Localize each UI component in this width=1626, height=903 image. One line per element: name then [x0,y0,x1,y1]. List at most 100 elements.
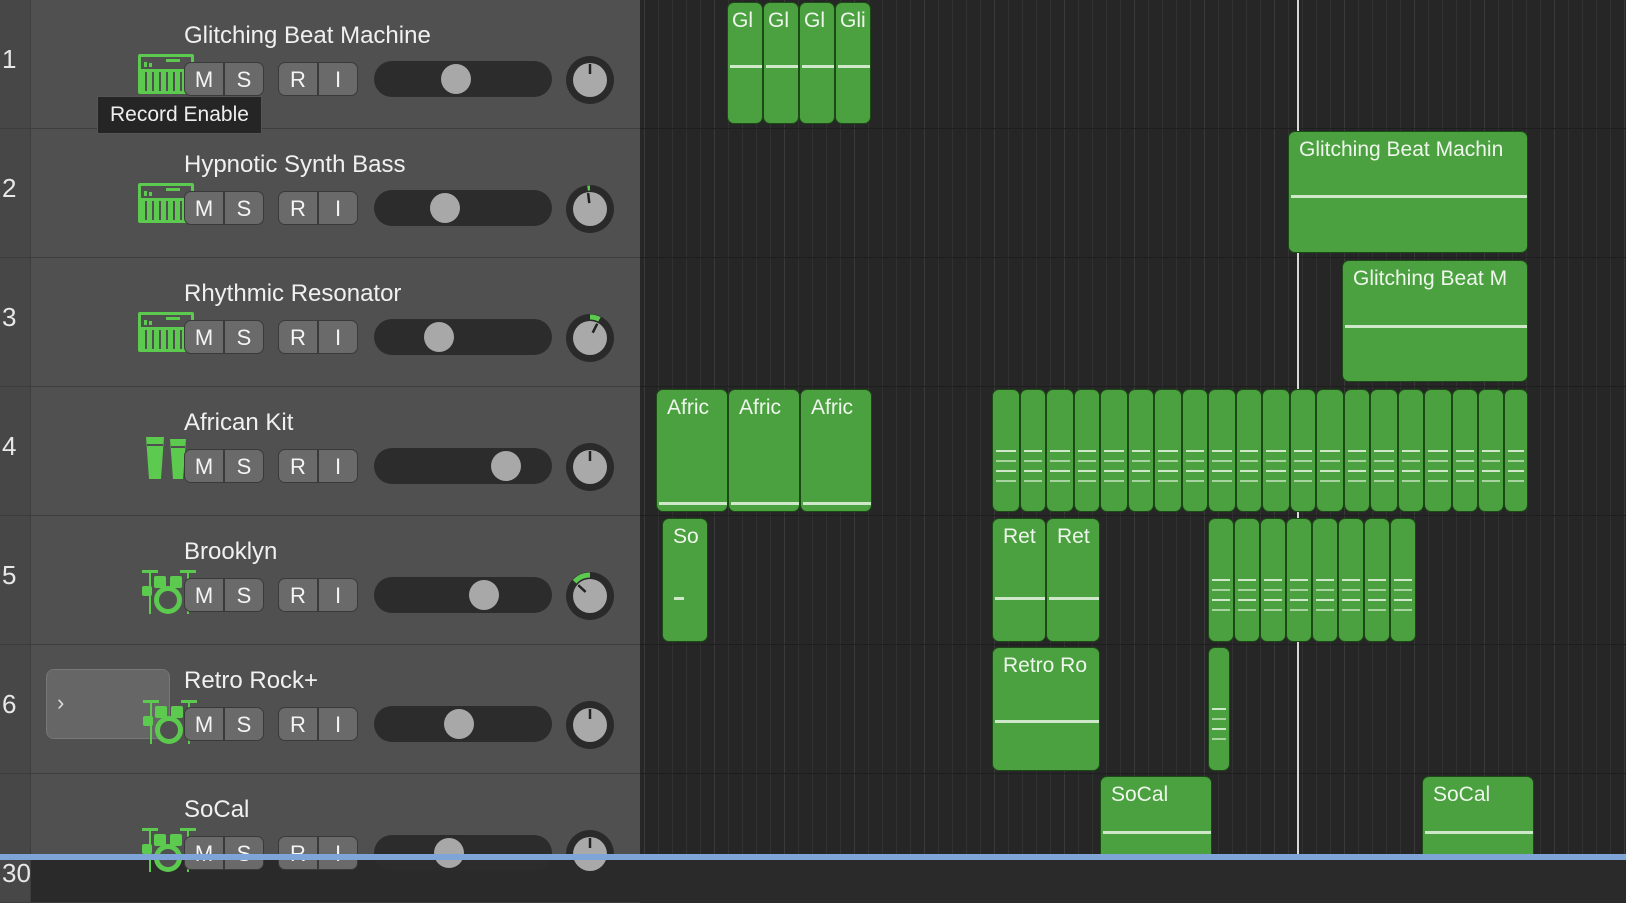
region-slice[interactable] [1504,389,1528,512]
input-monitor-button[interactable]: I [318,191,358,225]
region-slice[interactable] [1290,389,1316,512]
region-slice[interactable] [1316,389,1344,512]
solo-button[interactable]: S [224,62,264,96]
region-slice[interactable] [1390,518,1416,642]
input-monitor-button[interactable]: I [318,449,358,483]
mute-button[interactable]: M [184,320,224,354]
region-slice[interactable] [1074,389,1100,512]
region-slice[interactable] [1154,389,1182,512]
pan-knob-graphic[interactable] [564,54,616,106]
volume-slider[interactable] [374,706,552,742]
track-name[interactable]: SoCal [184,796,249,824]
volume-slider[interactable] [374,448,552,484]
region-slice[interactable] [1478,389,1504,512]
mute-button[interactable]: M [184,62,224,96]
track-name[interactable]: Glitching Beat Machine [184,22,431,50]
region-slice[interactable] [1208,647,1230,771]
pan-knob-graphic[interactable] [564,570,616,622]
record-enable-button[interactable]: R [278,578,318,612]
pan-knob-graphic[interactable] [564,183,616,235]
region-slice[interactable] [1100,389,1128,512]
track-icon-box[interactable] [46,153,194,223]
volume-slider-thumb[interactable] [429,193,460,223]
region[interactable]: Gl [799,2,835,124]
bottom-scrollbar[interactable] [0,854,1626,860]
pan-knob[interactable] [564,54,616,106]
track-header[interactable]: 3 Rhythmic Resonator M S R I [0,258,640,387]
track-header[interactable]: 6 › Retro Rock+ M S R I [0,645,640,774]
region[interactable]: Gli [835,2,871,124]
pan-knob[interactable] [564,699,616,751]
region[interactable]: Afric [800,389,872,512]
input-monitor-button[interactable]: I [318,62,358,96]
region[interactable]: Retro Ro [992,647,1100,771]
pan-knob-graphic[interactable] [564,312,616,364]
region[interactable]: Gl [763,2,799,124]
region-slice[interactable] [1262,389,1290,512]
record-enable-button[interactable]: R [278,62,318,96]
solo-button[interactable]: S [224,578,264,612]
region-slice[interactable] [1020,389,1046,512]
volume-slider-thumb[interactable] [491,451,522,481]
pan-knob-graphic[interactable] [564,699,616,751]
region-slice[interactable] [1286,518,1312,642]
region-slice[interactable] [1370,389,1398,512]
region-slice[interactable] [1312,518,1338,642]
track-name[interactable]: Brooklyn [184,538,277,566]
solo-button[interactable]: S [224,320,264,354]
input-monitor-button[interactable]: I [318,578,358,612]
mute-button[interactable]: M [184,836,224,870]
region-slice[interactable] [1260,518,1286,642]
solo-button[interactable]: S [224,707,264,741]
track-icon-box[interactable] [46,282,194,352]
track-header[interactable]: 5 Brooklyn M S R I [0,516,640,645]
volume-slider-thumb[interactable] [441,64,471,94]
region-slice[interactable] [1364,518,1390,642]
track-header[interactable]: 30 SoCal MSRI [0,774,640,903]
track-header[interactable]: 1 Glitching Beat Machine M S R I [0,0,640,129]
region[interactable]: Ret [992,518,1046,642]
solo-button[interactable]: S [224,836,264,870]
solo-button[interactable]: S [224,449,264,483]
region-slice[interactable] [1236,389,1262,512]
input-monitor-button[interactable]: I [318,320,358,354]
record-enable-button[interactable]: R [278,836,318,870]
arrange-area[interactable]: Gl Gl Gl Gli Glitching Beat Machin Glitching … [640,0,1626,860]
track-header[interactable]: 2 Hypnotic Synth Bass M S R I [0,129,640,258]
expand-chevron-icon[interactable]: › [57,690,64,716]
track-name[interactable]: African Kit [184,409,293,437]
region-slice[interactable] [1424,389,1452,512]
mute-button[interactable]: M [184,191,224,225]
region-slice[interactable] [1338,518,1364,642]
volume-slider[interactable] [374,577,552,613]
track-name[interactable]: Rhythmic Resonator [184,280,401,308]
solo-button[interactable]: S [224,191,264,225]
volume-slider-thumb[interactable] [424,322,455,352]
region[interactable]: SoCal [1100,776,1212,860]
pan-knob-graphic[interactable] [564,441,616,493]
record-enable-button[interactable]: R [278,707,318,741]
region-slice[interactable] [1046,389,1074,512]
region-slice[interactable] [1452,389,1478,512]
input-monitor-button[interactable]: I [318,707,358,741]
track-name[interactable]: Hypnotic Synth Bass [184,151,405,179]
region[interactable]: So [662,518,708,642]
region[interactable]: Glitching Beat M [1342,260,1528,382]
region[interactable]: SoCal [1422,776,1534,860]
region-slice[interactable] [1398,389,1424,512]
record-enable-button[interactable]: R [278,320,318,354]
volume-slider[interactable] [374,319,552,355]
volume-slider[interactable] [374,61,552,97]
region-slice[interactable] [1344,389,1370,512]
volume-slider[interactable] [374,835,552,871]
volume-slider-thumb[interactable] [443,709,474,739]
volume-slider-thumb[interactable] [469,580,499,610]
pan-knob[interactable] [564,570,616,622]
pan-knob[interactable] [564,441,616,493]
track-header[interactable]: 4 African Kit M S R I [0,387,640,516]
region-slice[interactable] [1234,518,1260,642]
volume-slider-thumb[interactable] [434,838,464,868]
region-slice[interactable] [1182,389,1208,512]
region[interactable]: Ret [1046,518,1100,642]
region[interactable]: Afric [656,389,728,512]
